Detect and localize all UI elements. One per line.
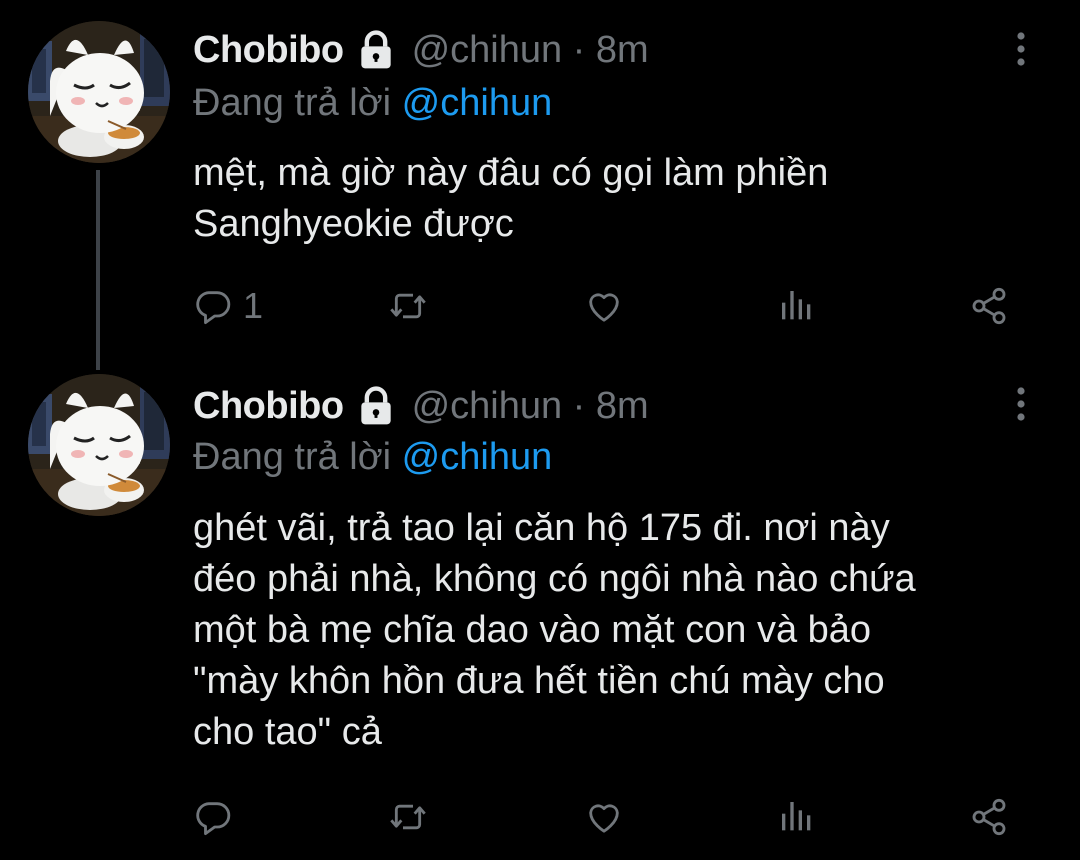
tweet-text-line: cho tao" cả xyxy=(193,711,382,753)
handle[interactable]: @chihun xyxy=(412,385,563,428)
lock-icon xyxy=(354,384,398,428)
retweet-icon xyxy=(390,804,426,830)
retweet-icon xyxy=(390,293,426,319)
more-vertical-icon[interactable] xyxy=(1006,29,1036,69)
reply-button[interactable] xyxy=(193,792,243,842)
analytics-button[interactable] xyxy=(777,792,817,842)
replying-mention[interactable]: @chihun xyxy=(402,82,553,124)
tweet-header: Chobibo @chihun · 8m xyxy=(193,382,649,430)
separator-dot: · xyxy=(562,28,596,71)
tweet-header: Chobibo @chihun · 8m xyxy=(193,26,649,74)
share-button[interactable] xyxy=(969,281,1009,331)
share-icon xyxy=(972,798,1006,836)
display-name[interactable]: Chobibo xyxy=(193,385,344,428)
action-bar: 1 xyxy=(193,281,1023,331)
reply-icon xyxy=(196,291,231,325)
display-name[interactable]: Chobibo xyxy=(193,29,344,72)
tweet-text: ghét vãi, trả tao lại căn hộ 175 đi. nơi… xyxy=(193,503,1053,758)
separator-dot: · xyxy=(562,384,596,427)
like-button[interactable] xyxy=(584,792,634,842)
tweet-text: mệt, mà giờ này đâu có gọi làm phiền San… xyxy=(193,148,1053,250)
action-bar xyxy=(193,792,1023,842)
replying-prefix: Đang trả lời xyxy=(193,82,392,124)
retweet-button[interactable] xyxy=(388,281,438,331)
replying-to: Đang trả lời @chihun xyxy=(193,82,552,125)
analytics-icon xyxy=(782,802,811,831)
analytics-icon xyxy=(782,291,811,320)
heart-icon xyxy=(589,293,619,322)
analytics-button[interactable] xyxy=(777,281,817,331)
tweet-text-line: một bà mẹ chĩa dao vào mặt con và bảo xyxy=(193,609,872,651)
handle[interactable]: @chihun xyxy=(412,29,563,72)
replying-to: Đang trả lời @chihun xyxy=(193,436,552,479)
timestamp[interactable]: 8m xyxy=(596,385,649,428)
reply-icon xyxy=(196,802,231,836)
more-vertical-icon[interactable] xyxy=(1006,384,1036,424)
share-icon xyxy=(972,287,1006,325)
reply-button[interactable]: 1 xyxy=(193,281,263,331)
tweet-text-line: đéo phải nhà, không có ngôi nhà nào chứa xyxy=(193,558,916,600)
tweet[interactable]: Chobibo @chihun · 8m Đang trả lời @chihu… xyxy=(0,370,1080,860)
avatar[interactable] xyxy=(28,21,170,163)
tweet-text-line: ghét vãi, trả tao lại căn hộ 175 đi. nơi… xyxy=(193,507,890,549)
avatar[interactable] xyxy=(28,374,170,516)
tweet-text-line: "mày khôn hồn đưa hết tiền chú mày cho xyxy=(193,660,885,702)
lock-icon xyxy=(354,28,398,72)
tweet[interactable]: Chobibo @chihun · 8m Đang trả lời @chihu… xyxy=(0,0,1080,370)
share-button[interactable] xyxy=(969,792,1009,842)
like-button[interactable] xyxy=(584,281,634,331)
tweet-text-line: Sanghyeokie được xyxy=(193,203,514,245)
tweet-text-line: mệt, mà giờ này đâu có gọi làm phiền xyxy=(193,152,829,194)
timestamp[interactable]: 8m xyxy=(596,29,649,72)
retweet-button[interactable] xyxy=(388,792,438,842)
replying-prefix: Đang trả lời xyxy=(193,436,392,478)
replying-mention[interactable]: @chihun xyxy=(402,436,553,478)
reply-count: 1 xyxy=(243,285,264,326)
heart-icon xyxy=(589,804,619,833)
